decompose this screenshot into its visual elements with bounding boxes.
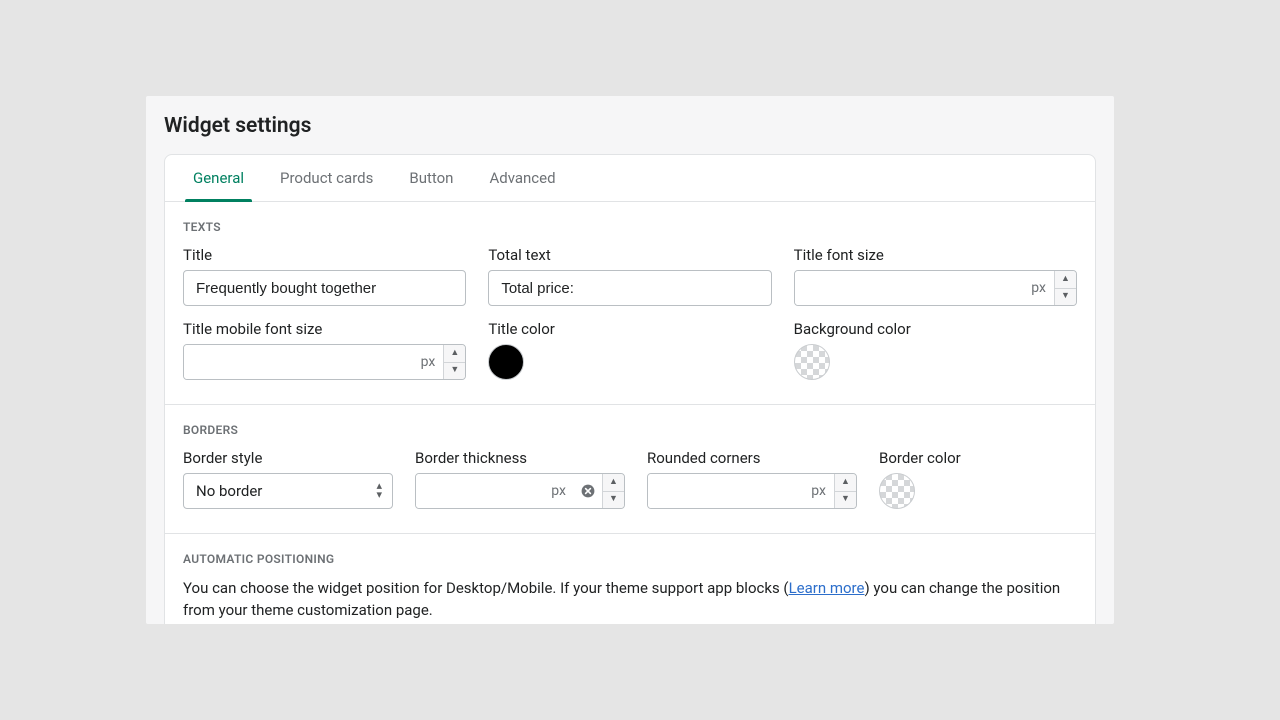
tab-button[interactable]: Button xyxy=(391,155,471,201)
border-thickness-spinner: ▲ ▼ xyxy=(602,474,624,508)
field-total-text: Total text xyxy=(488,246,771,306)
border-thickness-clear[interactable] xyxy=(574,474,602,508)
total-text-label: Total text xyxy=(488,246,771,264)
title-color-label: Title color xyxy=(488,320,771,338)
positioning-text-before: You can choose the widget position for D… xyxy=(183,579,789,597)
field-title-font-size: Title font size px ▲ ▼ xyxy=(794,246,1077,306)
title-font-size-label: Title font size xyxy=(794,246,1077,264)
field-border-style: Border style No border ▴▾ xyxy=(183,449,393,509)
positioning-text: You can choose the widget position for D… xyxy=(183,578,1077,622)
title-mobile-font-size-input[interactable] xyxy=(184,345,413,379)
page-title: Widget settings xyxy=(146,96,1114,154)
title-color-swatch[interactable] xyxy=(488,344,524,380)
title-mobile-font-size-up[interactable]: ▲ xyxy=(444,345,465,363)
title-mobile-font-size-label: Title mobile font size xyxy=(183,320,466,338)
background-color-label: Background color xyxy=(794,320,1077,338)
tab-advanced[interactable]: Advanced xyxy=(471,155,573,201)
rounded-corners-up[interactable]: ▲ xyxy=(835,474,856,492)
field-border-thickness: Border thickness px ▲ ▼ xyxy=(415,449,625,509)
border-color-label: Border color xyxy=(879,449,961,467)
learn-more-link[interactable]: Learn more xyxy=(789,579,865,597)
borders-section: BORDERS Border style No border ▴▾ Border… xyxy=(165,405,1095,534)
borders-heading: BORDERS xyxy=(183,423,1077,437)
rounded-corners-down[interactable]: ▼ xyxy=(835,492,856,509)
field-title: Title xyxy=(183,246,466,306)
field-border-color: Border color xyxy=(879,449,961,509)
total-text-input[interactable] xyxy=(488,270,771,306)
texts-section: TEXTS Title Total text Title font size p… xyxy=(165,202,1095,405)
title-font-size-down[interactable]: ▼ xyxy=(1055,289,1076,306)
tab-product-cards[interactable]: Product cards xyxy=(262,155,391,201)
settings-panel: Widget settings General Product cards Bu… xyxy=(146,96,1114,624)
title-mobile-font-size-wrap: px ▲ ▼ xyxy=(183,344,466,380)
title-label: Title xyxy=(183,246,466,264)
title-font-size-spinner: ▲ ▼ xyxy=(1054,271,1076,305)
border-thickness-label: Border thickness xyxy=(415,449,625,467)
tab-general[interactable]: General xyxy=(175,155,262,201)
title-font-size-input[interactable] xyxy=(795,271,1024,305)
field-title-mobile-font-size: Title mobile font size px ▲ ▼ xyxy=(183,320,466,380)
clear-circle-icon xyxy=(580,483,596,499)
title-mobile-font-size-unit: px xyxy=(413,345,444,379)
rounded-corners-wrap: px ▲ ▼ xyxy=(647,473,857,509)
settings-card: General Product cards Button Advanced TE… xyxy=(164,154,1096,624)
title-mobile-font-size-down[interactable]: ▼ xyxy=(444,363,465,380)
title-font-size-wrap: px ▲ ▼ xyxy=(794,270,1077,306)
positioning-section: AUTOMATIC POSITIONING You can choose the… xyxy=(165,534,1095,624)
border-color-swatch[interactable] xyxy=(879,473,915,509)
background-color-swatch[interactable] xyxy=(794,344,830,380)
border-thickness-input[interactable] xyxy=(416,474,543,508)
rounded-corners-spinner: ▲ ▼ xyxy=(834,474,856,508)
rounded-corners-unit: px xyxy=(803,474,834,508)
title-mobile-font-size-spinner: ▲ ▼ xyxy=(443,345,465,379)
border-thickness-unit: px xyxy=(543,474,574,508)
border-style-label: Border style xyxy=(183,449,393,467)
border-thickness-wrap: px ▲ ▼ xyxy=(415,473,625,509)
texts-heading: TEXTS xyxy=(183,220,1077,234)
rounded-corners-label: Rounded corners xyxy=(647,449,857,467)
field-background-color: Background color xyxy=(794,320,1077,380)
border-style-value: No border xyxy=(196,482,262,500)
title-font-size-unit: px xyxy=(1023,271,1054,305)
border-thickness-down[interactable]: ▼ xyxy=(603,492,624,509)
border-style-select[interactable]: No border ▴▾ xyxy=(183,473,393,509)
tabs: General Product cards Button Advanced xyxy=(165,155,1095,202)
select-caret-icon: ▴▾ xyxy=(376,482,382,500)
field-title-color: Title color xyxy=(488,320,771,380)
positioning-heading: AUTOMATIC POSITIONING xyxy=(183,552,1077,566)
field-rounded-corners: Rounded corners px ▲ ▼ xyxy=(647,449,857,509)
title-input[interactable] xyxy=(183,270,466,306)
border-thickness-up[interactable]: ▲ xyxy=(603,474,624,492)
rounded-corners-input[interactable] xyxy=(648,474,803,508)
title-font-size-up[interactable]: ▲ xyxy=(1055,271,1076,289)
